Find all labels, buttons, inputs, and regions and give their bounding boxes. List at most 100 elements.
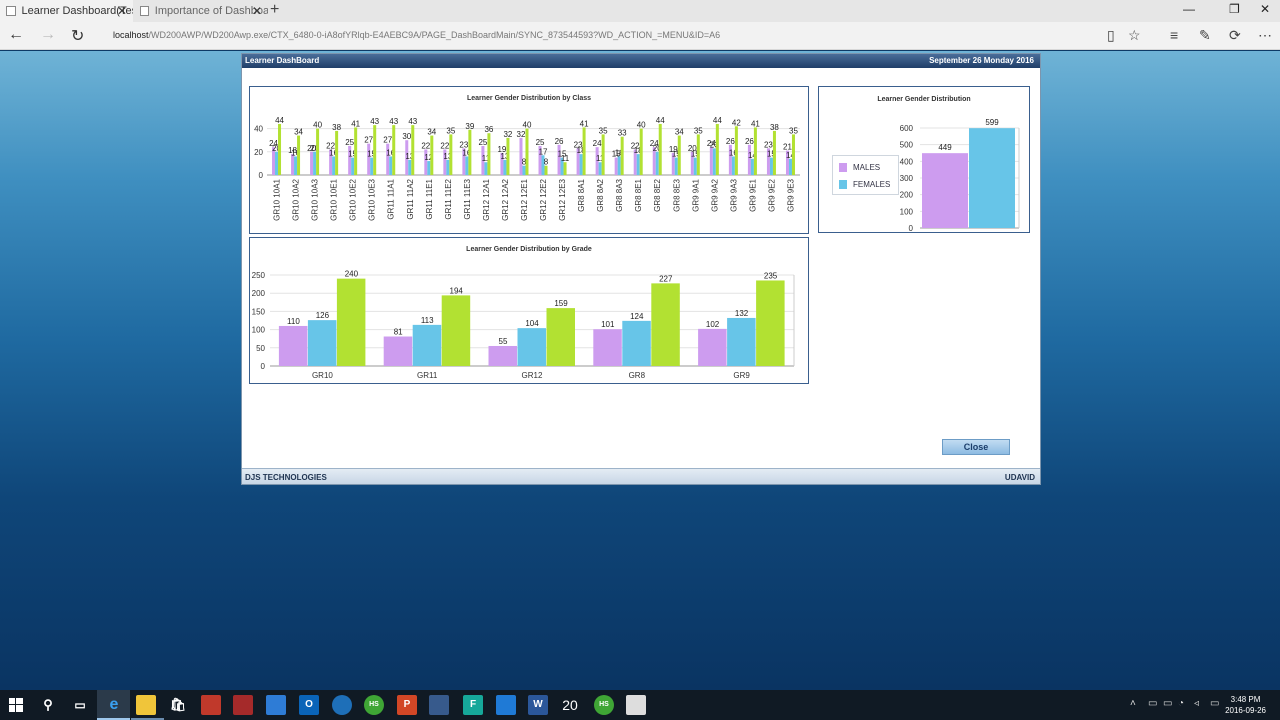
app-icon-3[interactable] <box>266 695 286 715</box>
bar <box>693 157 697 175</box>
back-icon[interactable]: ← <box>8 26 24 44</box>
app-icon-2[interactable] <box>233 695 253 715</box>
data-label: 17 <box>539 147 548 156</box>
show-hidden-icons-icon[interactable]: ˄ <box>1130 698 1136 709</box>
network-icon[interactable]: ◔ <box>1178 698 1184 709</box>
data-label: 113 <box>421 316 434 325</box>
close-tab-icon[interactable]: ✕ <box>252 4 262 18</box>
tab-importance-of-dashboard[interactable]: Importance of Dashboard ir ✕ <box>134 0 268 22</box>
y-tick-label: 100 <box>900 207 914 216</box>
x-tick-label: GR11 <box>417 371 438 380</box>
bar <box>747 144 751 175</box>
close-window-icon[interactable]: ✕ <box>1260 2 1270 16</box>
clock[interactable]: 3:48 PM 2016-09-26 <box>1225 694 1266 716</box>
bar <box>427 161 431 175</box>
data-label: 40 <box>523 121 532 130</box>
data-label: 22 <box>421 141 430 150</box>
file-explorer-icon[interactable] <box>136 695 156 715</box>
app-icon-8[interactable] <box>496 695 516 715</box>
app-icon-6[interactable] <box>429 695 449 715</box>
dashboard-date: September 26 Monday 2016 <box>929 56 1034 65</box>
data-label: 44 <box>713 116 722 125</box>
url-field[interactable]: localhost/WD200AWP/WD200Awp.exe/CTX_6480… <box>113 30 720 40</box>
bar <box>354 127 358 175</box>
powerpoint-icon[interactable]: P <box>397 695 417 715</box>
volume-icon[interactable]: ◃ <box>1194 698 1199 709</box>
bar <box>791 134 795 175</box>
page-icon <box>6 6 16 16</box>
app-icon-4[interactable] <box>332 695 352 715</box>
refresh-icon[interactable]: ↻ <box>71 26 84 46</box>
data-label: 35 <box>599 126 608 135</box>
bar <box>620 136 624 175</box>
bar <box>639 128 643 175</box>
app-icon-5[interactable]: HS <box>364 695 384 715</box>
edge-icon[interactable]: e <box>104 695 124 715</box>
bar <box>465 156 469 175</box>
app-icon-1[interactable] <box>201 695 221 715</box>
dashboard-footer: DJS TECHNOLOGIES UDAVID <box>242 468 1040 484</box>
favorite-star-icon[interactable]: ☆ <box>1128 27 1141 44</box>
word-icon[interactable]: W <box>528 695 548 715</box>
data-label: 27 <box>383 136 392 145</box>
taskbar: ⚲ ▭ e 🛍 O HS P F W 20 HS ˄ ▭ ▭ ◔ ◃ ▭ 3:4… <box>0 690 1280 720</box>
data-label: 44 <box>656 116 665 125</box>
bar <box>307 320 337 366</box>
bar <box>622 320 651 366</box>
bar <box>727 317 756 366</box>
bar <box>772 130 776 175</box>
bar <box>712 148 716 175</box>
data-label: 132 <box>735 309 749 318</box>
close-tab-icon[interactable]: ✕ <box>117 4 127 18</box>
new-tab-icon[interactable]: + <box>270 1 279 19</box>
bar <box>756 280 785 366</box>
web-note-icon[interactable]: ✎ <box>1199 27 1211 44</box>
app-icon-10[interactable]: HS <box>594 695 614 715</box>
search-icon[interactable]: ⚲ <box>38 695 58 715</box>
bar <box>969 128 1015 228</box>
minimize-icon[interactable]: — <box>1183 2 1195 16</box>
share-icon[interactable]: ⟳ <box>1229 27 1241 44</box>
chart-total: 0 100 200 300 400 500 600 449 599 <box>900 118 1020 232</box>
bar <box>316 128 320 175</box>
forward-icon[interactable]: → <box>40 26 56 44</box>
data-label: 41 <box>580 119 589 128</box>
bar <box>336 278 366 366</box>
address-bar: ← → ↻ localhost/WD200AWP/WD200Awp.exe/CT… <box>0 22 1280 50</box>
close-button[interactable]: Close <box>942 439 1010 455</box>
data-label: 11 <box>561 154 570 163</box>
bar <box>544 165 548 175</box>
bar <box>488 345 517 366</box>
app-icon-9[interactable]: 20 <box>560 695 580 715</box>
restore-icon[interactable]: ❐ <box>1229 2 1240 16</box>
app-icon-7[interactable]: F <box>463 695 483 715</box>
battery-icon[interactable]: ▭ <box>1210 698 1219 709</box>
y-tick-label: 400 <box>900 157 914 166</box>
data-label: 8 <box>544 158 549 167</box>
hub-icon[interactable]: ≡ <box>1170 27 1178 43</box>
x-tick-label: GR8 8A2 <box>596 178 605 211</box>
y-tick-label: 250 <box>252 271 266 280</box>
reading-view-icon[interactable]: ▯ <box>1107 27 1115 44</box>
tab-learner-dashboard[interactable]: Learner Dashboard(Test ✕ <box>0 0 133 22</box>
task-view-icon[interactable]: ▭ <box>70 695 90 715</box>
tray-icon-1[interactable]: ▭ <box>1148 698 1157 709</box>
clock-date: 2016-09-26 <box>1225 706 1266 715</box>
x-tick-label: GR9 9A3 <box>729 178 738 211</box>
store-icon[interactable]: 🛍 <box>168 695 188 715</box>
bar <box>294 156 298 175</box>
x-tick-label: GR9 <box>733 371 750 380</box>
bar <box>731 156 735 175</box>
more-icon[interactable]: ⋯ <box>1258 27 1272 44</box>
data-label: 35 <box>694 126 703 135</box>
x-tick-label: GR9 9E1 <box>748 178 757 211</box>
photos-icon[interactable] <box>626 695 646 715</box>
outlook-icon[interactable]: O <box>299 695 319 715</box>
bar <box>446 159 450 175</box>
tray-icon-2[interactable]: ▭ <box>1163 698 1172 709</box>
bar <box>636 154 640 175</box>
start-icon[interactable] <box>6 695 26 715</box>
x-tick-label: GR8 8E3 <box>672 178 681 211</box>
page-icon <box>140 6 149 16</box>
x-tick-label: GR11 11E1 <box>425 178 434 219</box>
